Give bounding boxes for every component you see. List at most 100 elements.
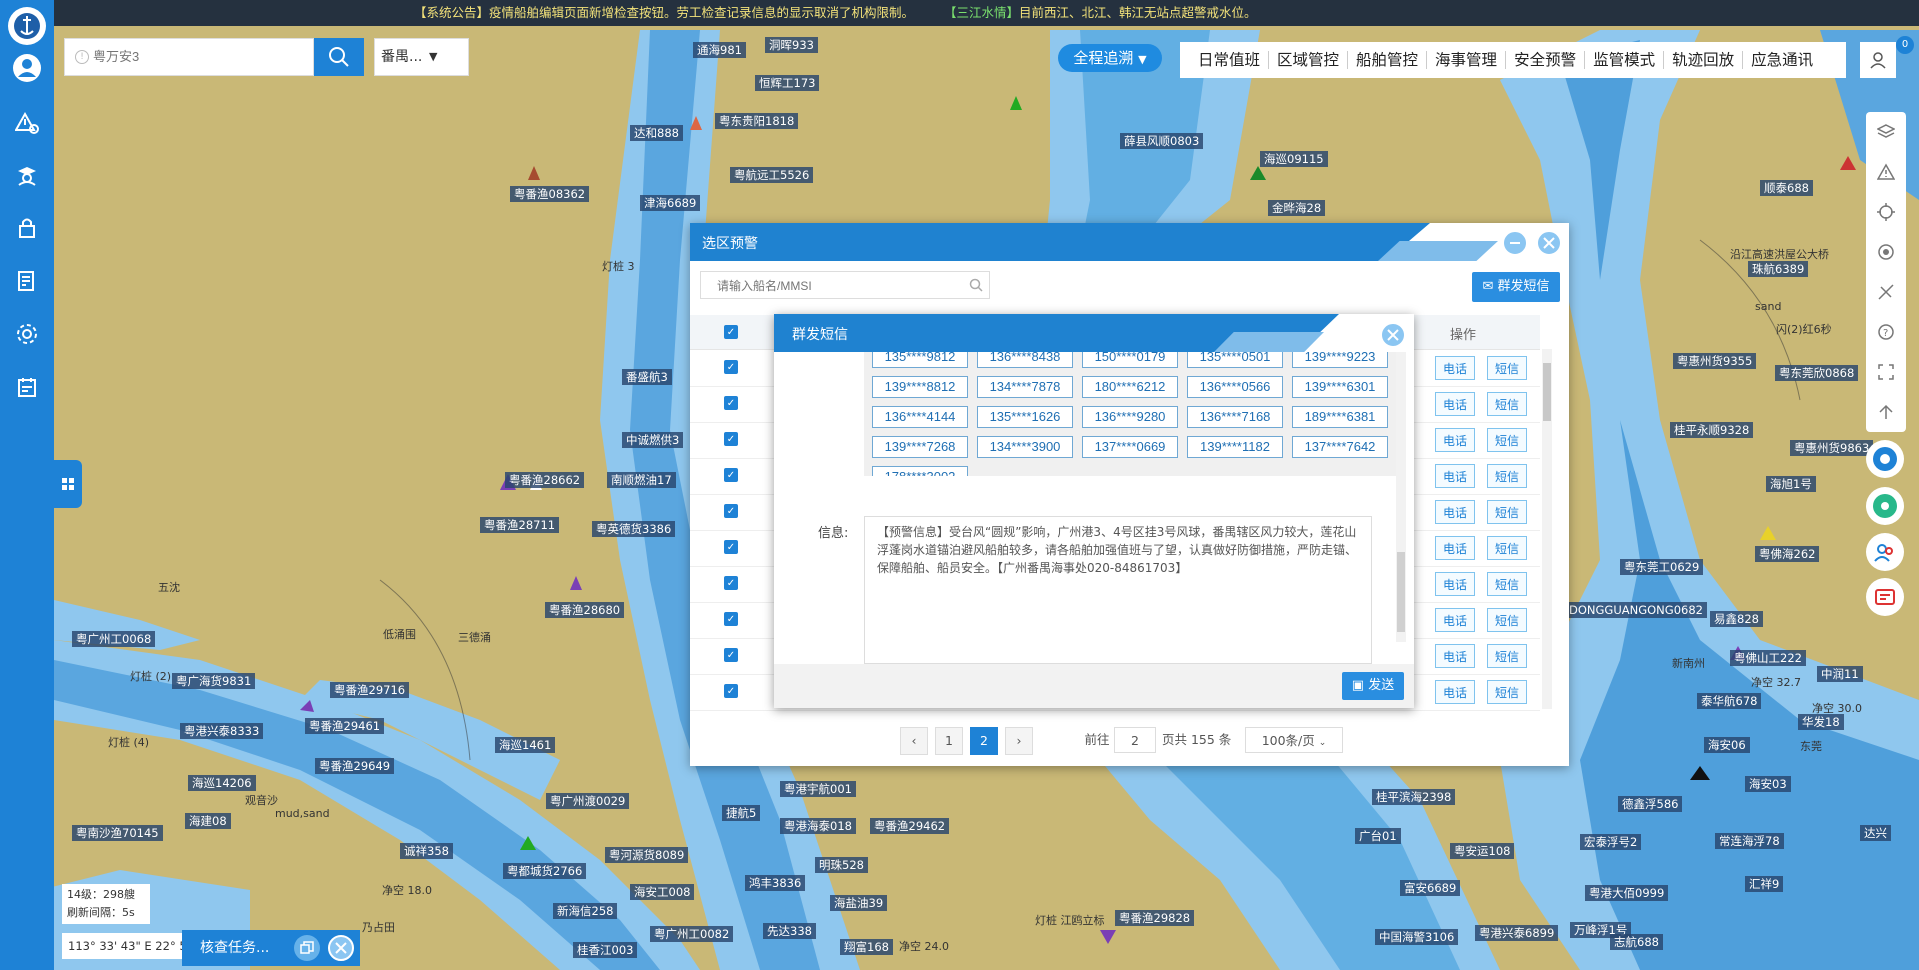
phone-chip[interactable]: 139****6301: [1292, 376, 1388, 398]
verification-task-bar[interactable]: 核查任务...: [182, 930, 360, 966]
layers-icon[interactable]: [1876, 122, 1896, 142]
ship-label[interactable]: 粤佛山工222: [1730, 650, 1806, 666]
search-button[interactable]: [314, 38, 364, 76]
mass-sms-button[interactable]: ✉ 群发短信: [1472, 272, 1560, 302]
alert-icon[interactable]: [1876, 162, 1896, 182]
menu-safety-warning[interactable]: 安全预警: [1506, 51, 1586, 69]
phone-button[interactable]: 电话: [1435, 392, 1475, 416]
phone-chip[interactable]: 134****7878: [977, 376, 1073, 398]
ship-label[interactable]: 捷航5: [722, 805, 761, 821]
next-page-button[interactable]: ›: [1005, 727, 1033, 755]
row-checkbox[interactable]: ✓: [724, 360, 738, 374]
security-lock-icon[interactable]: [12, 213, 42, 243]
search-input[interactable]: [73, 48, 325, 65]
row-checkbox[interactable]: ✓: [724, 432, 738, 446]
contacts-button[interactable]: [1866, 533, 1904, 571]
row-checkbox[interactable]: ✓: [724, 648, 738, 662]
goto-page-input[interactable]: 2: [1114, 727, 1156, 753]
ship-label[interactable]: 粤佛海262: [1755, 546, 1820, 562]
ship-label[interactable]: 鸿丰3836: [745, 875, 806, 891]
message-textarea[interactable]: 【预警信息】受台风“圆规”影响，广州港3、4号区挂3号风球，番禺辖区风力较大，莲…: [864, 516, 1372, 664]
menu-area-control[interactable]: 区域管控: [1269, 51, 1349, 69]
ship-label[interactable]: 粤番渔08362: [510, 186, 590, 202]
row-checkbox[interactable]: ✓: [724, 612, 738, 626]
phone-chip[interactable]: 139****8812: [872, 376, 968, 398]
ship-label[interactable]: 明珠528: [815, 857, 868, 873]
ship-label[interactable]: 桂平永顺9328: [1670, 422, 1754, 438]
table-scrollbar[interactable]: [1542, 349, 1552, 709]
phone-chip[interactable]: 180****6212: [1082, 376, 1178, 398]
ship-label[interactable]: 海安03: [1745, 776, 1791, 792]
phone-button[interactable]: 电话: [1435, 644, 1475, 668]
ship-label[interactable]: 易鑫828: [1710, 611, 1763, 627]
measure-tool-icon[interactable]: [1876, 282, 1896, 302]
menu-supervision-mode[interactable]: 监管模式: [1585, 51, 1665, 69]
ship-label[interactable]: 海巡09115: [1260, 151, 1328, 167]
customer-service-button[interactable]: [1866, 440, 1904, 478]
phone-chip[interactable]: 135****0501: [1187, 352, 1283, 368]
menu-daily-duty[interactable]: 日常值班: [1190, 51, 1270, 69]
ship-label[interactable]: 粤番渔28662: [505, 472, 585, 488]
ship-label[interactable]: 恒辉工173: [755, 75, 820, 91]
ship-label[interactable]: 中润11: [1817, 666, 1863, 682]
ship-label[interactable]: 粤番渔29462: [870, 818, 950, 834]
ship-label[interactable]: 德鑫浮586: [1618, 796, 1683, 812]
ship-label[interactable]: 粤番渔29828: [1115, 910, 1195, 926]
full-trace-button[interactable]: 全程追溯 ▼: [1058, 44, 1162, 72]
target-icon[interactable]: [1876, 242, 1896, 262]
sms-scrollbar[interactable]: [1396, 352, 1406, 642]
sms-button[interactable]: 短信: [1487, 428, 1527, 452]
message-button[interactable]: [1866, 578, 1904, 616]
gear-icon[interactable]: [12, 319, 42, 349]
phone-chip[interactable]: 136****8438: [977, 352, 1073, 368]
row-checkbox[interactable]: ✓: [724, 684, 738, 698]
ship-label[interactable]: 海安工008: [630, 884, 695, 900]
ship-label[interactable]: 桂平滨海2398: [1372, 789, 1456, 805]
ship-label[interactable]: 海安06: [1704, 737, 1750, 753]
ship-label[interactable]: DONGGUANGONG0682: [1565, 602, 1707, 618]
ship-label[interactable]: 汇祥9: [1745, 876, 1784, 892]
announcement-bar[interactable]: 【系统公告】疫情船舶编辑页面新增检查按钮。劳工检查记录信息的显示取消了机构限制。…: [54, 0, 1919, 26]
ship-label[interactable]: 粤番渔29649: [315, 758, 395, 774]
ship-label[interactable]: 粤港大佰0999: [1585, 885, 1669, 901]
ship-label[interactable]: 薛县风顺0803: [1120, 133, 1204, 149]
ship-label[interactable]: 海巡14206: [188, 775, 256, 791]
ship-label[interactable]: 海建08: [185, 813, 231, 829]
expand-panel-button[interactable]: [54, 460, 82, 508]
ship-label[interactable]: 粤港兴泰8333: [180, 723, 264, 739]
phone-button[interactable]: 电话: [1435, 608, 1475, 632]
phone-chip[interactable]: 135****9812: [872, 352, 968, 368]
fullscreen-icon[interactable]: [1876, 362, 1896, 382]
ship-label[interactable]: 粤广州工0068: [72, 631, 156, 647]
phone-chip[interactable]: 135****1626: [977, 406, 1073, 428]
ship-label[interactable]: 粤都城货2766: [503, 863, 587, 879]
ship-label[interactable]: 粤河源货8089: [605, 847, 689, 863]
phone-chip[interactable]: 139****1182: [1187, 436, 1283, 458]
prev-page-button[interactable]: ‹: [900, 727, 928, 755]
ship-label[interactable]: 宏泰浮号2: [1580, 834, 1642, 850]
ship-label[interactable]: 翔富168: [840, 939, 893, 955]
sms-button[interactable]: 短信: [1487, 644, 1527, 668]
ship-label[interactable]: 达兴: [1860, 825, 1891, 841]
network-button[interactable]: [1866, 487, 1904, 525]
phone-button[interactable]: 电话: [1435, 464, 1475, 488]
edit-list-icon[interactable]: [12, 266, 42, 296]
ship-search-box[interactable]: !: [64, 38, 325, 76]
user-icon[interactable]: [12, 53, 42, 83]
ship-label[interactable]: 海盐油39: [830, 895, 888, 911]
page-2-current[interactable]: 2: [970, 727, 998, 755]
ship-label[interactable]: 富安6689: [1400, 880, 1461, 896]
row-checkbox[interactable]: ✓: [724, 396, 738, 410]
phone-button[interactable]: 电话: [1435, 356, 1475, 380]
ship-label[interactable]: 粤番渔28711: [480, 517, 560, 533]
ship-label[interactable]: 粤东莞欣0868: [1775, 365, 1859, 381]
ship-label[interactable]: 诚祥358: [400, 843, 453, 859]
close-task-button[interactable]: [328, 935, 354, 961]
ship-label[interactable]: 中国海警3106: [1375, 929, 1459, 945]
ship-label[interactable]: 桂香江003: [573, 942, 638, 958]
ship-label[interactable]: 洞晖933: [765, 37, 818, 53]
ship-label[interactable]: 顺泰688: [1760, 180, 1813, 196]
close-dialog-button[interactable]: [1536, 230, 1562, 256]
ship-label[interactable]: 粤东莞工0629: [1620, 559, 1704, 575]
phone-chip[interactable]: 189****6381: [1292, 406, 1388, 428]
